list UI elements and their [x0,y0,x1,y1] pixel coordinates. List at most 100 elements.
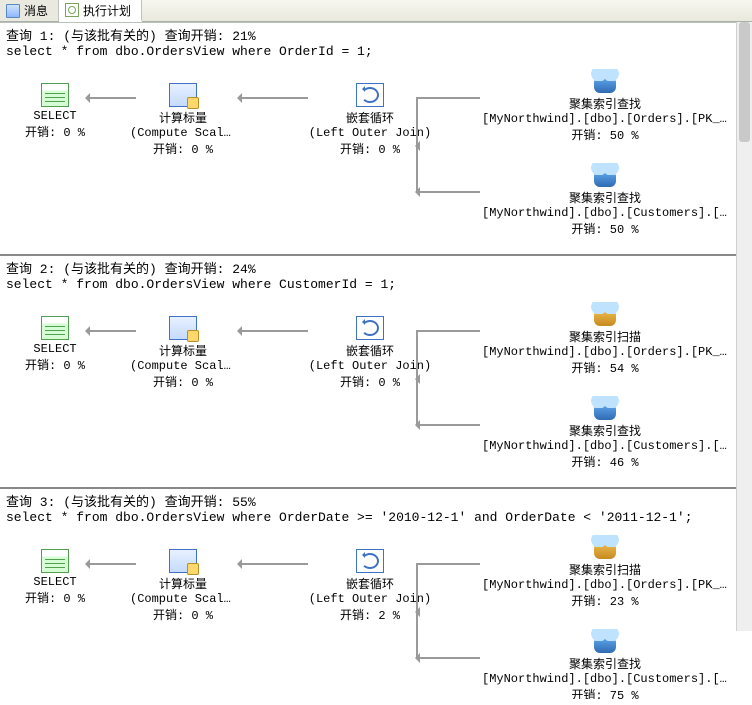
query-header: 查询 2: (与该批有关的) 查询开销: 24% [0,256,752,277]
op-title: 计算标量 [128,109,238,126]
op-sub: (Compute Scalar) [128,126,238,140]
op-cost: 0 % [191,376,213,390]
op-sub: [MyNorthwind].[dbo].[Customers].[PK… [480,439,730,453]
op-cost: 0 % [191,143,213,157]
nested-loop-icon [356,549,384,573]
query-sql: select * from dbo.OrdersView where Order… [0,510,752,529]
query-block-3: 查询 3: (与该批有关的) 查询开销: 55% select * from d… [0,489,752,705]
tab-messages-label: 消息 [24,2,48,19]
op-index-scan-top[interactable]: 聚集索引扫描 [MyNorthwind].[dbo].[Orders].[PK_… [480,302,730,376]
op-title: SELECT [0,575,110,589]
op-cost: 75 % [610,689,639,699]
cost-label: 开销: [571,595,609,609]
select-icon [41,549,69,573]
cost-label: 开销: [340,143,378,157]
op-title: 计算标量 [128,342,238,359]
op-cost: 0 % [63,359,85,373]
arrow-icon [238,97,308,99]
cost-label: 开销: [153,143,191,157]
arrow-icon [416,97,480,193]
op-title: 聚集索引查找 [480,655,730,672]
op-cost: 50 % [610,223,639,237]
cost-label: 开销: [153,609,191,623]
compute-scalar-icon [169,549,197,573]
tab-bar: 消息 执行计划 [0,0,752,22]
query-sql: select * from dbo.OrdersView where Custo… [0,277,752,296]
op-index-seek-bottom[interactable]: 聚集索引查找 [MyNorthwind].[dbo].[Customers].[… [480,629,730,699]
clustered-index-seek-icon [590,69,620,93]
clustered-index-seek-icon [590,396,620,420]
op-select[interactable]: SELECT 开销: 0 % [0,316,110,373]
op-cost: 0 % [378,143,400,157]
clustered-index-scan-icon [590,535,620,559]
op-select[interactable]: SELECT 开销: 0 % [0,83,110,140]
cost-label: 开销: [340,609,378,623]
op-sub: [MyNorthwind].[dbo].[Orders].[PK_Or… [480,345,730,359]
op-title: SELECT [0,109,110,123]
op-cost: 0 % [63,126,85,140]
query-header: 查询 3: (与该批有关的) 查询开销: 55% [0,489,752,510]
scrollbar-thumb[interactable] [739,22,750,142]
arrow-icon [416,563,480,659]
select-icon [41,316,69,340]
plan-diagram[interactable]: SELECT 开销: 0 % 计算标量 (Compute Scalar) 开销:… [0,529,752,699]
op-cost: 50 % [610,129,639,143]
op-sub: (Compute Scalar) [128,592,238,606]
op-index-seek-top[interactable]: 聚集索引查找 [MyNorthwind].[dbo].[Orders].[PK_… [480,69,730,143]
op-compute-scalar[interactable]: 计算标量 (Compute Scalar) 开销: 0 % [128,549,238,623]
op-title: 聚集索引扫描 [480,561,730,578]
op-index-scan-top[interactable]: 聚集索引扫描 [MyNorthwind].[dbo].[Orders].[PK_… [480,535,730,609]
cost-label: 开销: [571,223,609,237]
op-cost: 46 % [610,456,639,470]
op-sub: [MyNorthwind].[dbo].[Customers].[PK… [480,206,730,220]
op-sub: [MyNorthwind].[dbo].[Orders].[PK_Or… [480,112,730,126]
cost-label: 开销: [25,126,63,140]
arrow-icon [238,563,308,565]
query-block-1: 查询 1: (与该批有关的) 查询开销: 21% select * from d… [0,23,752,256]
arrow-icon [416,330,480,426]
nested-loop-icon [356,83,384,107]
op-sub: [MyNorthwind].[dbo].[Orders].[PK_Or… [480,578,730,592]
cost-label: 开销: [571,456,609,470]
op-title: 聚集索引查找 [480,189,730,206]
execution-plan-panel: 查询 1: (与该批有关的) 查询开销: 21% select * from d… [0,22,752,705]
op-sub: [MyNorthwind].[dbo].[Customers].[PK… [480,672,730,686]
op-title: 聚集索引扫描 [480,328,730,345]
op-cost: 2 % [378,609,400,623]
tab-plan-label: 执行计划 [83,2,131,19]
arrow-icon [416,657,480,659]
cost-label: 开销: [25,359,63,373]
execution-plan-icon [65,3,79,17]
cost-label: 开销: [571,362,609,376]
query-sql: select * from dbo.OrdersView where Order… [0,44,752,63]
plan-diagram[interactable]: SELECT 开销: 0 % 计算标量 (Compute Scalar) 开销:… [0,63,752,248]
tab-messages[interactable]: 消息 [0,0,59,21]
op-index-seek-bottom[interactable]: 聚集索引查找 [MyNorthwind].[dbo].[Customers].[… [480,163,730,237]
select-icon [41,83,69,107]
vertical-scrollbar[interactable] [736,22,752,631]
clustered-index-seek-icon [590,629,620,653]
op-cost: 23 % [610,595,639,609]
compute-scalar-icon [169,316,197,340]
cost-label: 开销: [153,376,191,390]
plan-diagram[interactable]: SELECT 开销: 0 % 计算标量 (Compute Scalar) 开销:… [0,296,752,481]
arrow-icon [416,424,480,426]
op-title: 聚集索引查找 [480,422,730,439]
op-compute-scalar[interactable]: 计算标量 (Compute Scalar) 开销: 0 % [128,316,238,390]
op-select[interactable]: SELECT 开销: 0 % [0,549,110,606]
tab-execution-plan[interactable]: 执行计划 [59,0,142,22]
query-header: 查询 1: (与该批有关的) 查询开销: 21% [0,23,752,44]
arrow-icon [238,330,308,332]
op-cost: 0 % [63,592,85,606]
cost-label: 开销: [25,592,63,606]
op-index-seek-bottom[interactable]: 聚集索引查找 [MyNorthwind].[dbo].[Customers].[… [480,396,730,470]
op-title: 聚集索引查找 [480,95,730,112]
nested-loop-icon [356,316,384,340]
compute-scalar-icon [169,83,197,107]
query-block-2: 查询 2: (与该批有关的) 查询开销: 24% select * from d… [0,256,752,489]
clustered-index-seek-icon [590,163,620,187]
op-compute-scalar[interactable]: 计算标量 (Compute Scalar) 开销: 0 % [128,83,238,157]
op-sub: (Compute Scalar) [128,359,238,373]
messages-icon [6,4,20,18]
op-cost: 0 % [378,376,400,390]
